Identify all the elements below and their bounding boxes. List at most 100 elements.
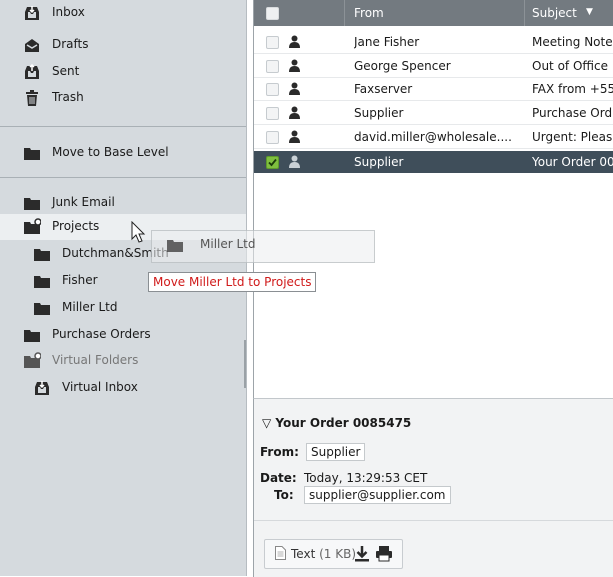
date-label: Date: [260,471,297,485]
folder-sent[interactable]: Sent [0,59,246,85]
contact-icon [289,82,300,95]
message-row[interactable]: Jane Fisher Meeting Notes [254,31,613,54]
contact-icon [289,35,300,48]
drop-tooltip: Move Miller Ltd to Projects [148,272,317,292]
message-subject: Out of Office [532,59,608,73]
date-value: Today, 13:29:53 CET [304,471,428,485]
drag-ghost-label: Miller Ltd [200,237,256,251]
folder-label: Move to Base Level [52,145,169,159]
folder-purchase-orders[interactable]: Purchase Orders [0,322,246,348]
contact-icon [289,130,300,143]
message-list-header: From Subject ▼ [254,0,613,26]
folder-label: Miller Ltd [62,300,118,314]
attachment[interactable]: Text (1 KB) [264,539,403,569]
column-header-from[interactable]: From [354,6,524,20]
attachment-name: Text [291,547,316,561]
folder-virtual-inbox[interactable]: Virtual Inbox [0,375,246,401]
message-list: From Subject ▼ Jane Fisher Meeting Notes… [253,0,613,398]
folder-icon [24,330,40,342]
contact-icon [289,106,300,119]
preview-divider [254,520,613,521]
preview-header[interactable]: ▽ Your Order 0085475 [262,416,411,430]
message-row[interactable]: Supplier Purchase Ord [254,102,613,125]
folder-miller-ltd[interactable]: Miller Ltd [0,295,246,321]
message-row[interactable]: Faxserver FAX from +557 [254,78,613,101]
folder-inbox[interactable]: Inbox [0,0,246,26]
folder-label: Trash [52,90,84,104]
column-header-subject[interactable]: Subject [532,6,613,20]
folder-virtual-folders[interactable]: Virtual Folders [0,348,246,374]
drag-ghost: Miller Ltd [151,230,375,263]
message-from: Supplier [354,155,404,169]
message-from: david.miller@wholesale.... [354,130,512,144]
row-checkbox[interactable] [266,60,279,73]
print-icon[interactable] [375,545,393,562]
message-subject: Urgent: Pleas [532,130,613,144]
folder-label: Drafts [52,37,89,51]
row-checkbox[interactable] [266,36,279,49]
folder-icon [34,276,50,288]
folder-drafts[interactable]: Drafts [0,32,246,58]
sidebar-divider [0,126,246,127]
text-file-icon [275,546,286,560]
sent-icon [25,63,39,79]
message-from: Supplier [354,106,404,120]
message-row[interactable]: david.miller@wholesale.... Urgent: Pleas [254,126,613,149]
column-divider[interactable] [344,0,345,26]
row-checkbox[interactable] [266,131,279,144]
preview-subject: Your Order 0085475 [275,416,412,430]
folder-icon [24,148,40,160]
folder-label: Sent [52,64,80,78]
message-subject: Your Order 00 [532,155,613,169]
folder-label: Inbox [52,5,85,19]
message-subject: Purchase Ord [532,106,613,120]
folder-gear-icon [24,218,41,234]
inbox-icon [35,381,49,395]
folder-label: Virtual Inbox [62,380,138,394]
folder-label: Virtual Folders [52,353,139,367]
folder-label: Fisher [62,273,98,287]
checkmark-icon [268,158,277,167]
folder-junk-email[interactable]: Junk Email [0,190,246,216]
attachment-label: Text (1 KB) [291,547,356,561]
folder-label: Junk Email [52,195,115,209]
collapse-triangle-icon[interactable]: ▽ [262,416,271,430]
drafts-icon [25,39,39,52]
folder-trash[interactable]: Trash [0,85,246,111]
row-checkbox[interactable] [266,83,279,96]
row-checkbox[interactable] [266,107,279,120]
folder-icon [167,240,183,252]
folder-label: Purchase Orders [52,327,151,341]
folder-icon [34,303,50,315]
mouse-pointer-icon [131,221,146,243]
folder-move-to-base-level[interactable]: Move to Base Level [0,140,246,166]
contact-icon [289,155,300,168]
folder-gear-icon [24,352,41,368]
sort-descending-icon[interactable]: ▼ [586,7,593,17]
message-row[interactable]: George Spencer Out of Office [254,55,613,78]
sidebar-divider [0,177,246,178]
row-checkbox-checked[interactable] [266,156,279,169]
to-value[interactable]: supplier@supplier.com [304,486,451,504]
message-row-selected[interactable]: Supplier Your Order 00 [254,151,613,173]
message-from: George Spencer [354,59,451,73]
message-preview: ▽ Your Order 0085475 From: Supplier Date… [253,398,613,577]
to-label: To: [274,488,294,502]
message-subject: Meeting Notes [532,35,613,49]
inbox-icon [25,6,39,20]
message-subject: FAX from +557 [532,82,613,96]
from-value[interactable]: Supplier [306,443,366,461]
message-from: Faxserver [354,82,413,96]
column-divider[interactable] [524,0,525,26]
contact-icon [289,59,300,72]
folder-icon [34,249,50,261]
message-from: Jane Fisher [354,35,420,49]
select-all-checkbox[interactable] [266,7,279,20]
download-icon[interactable] [354,545,370,562]
folder-icon [24,198,40,210]
trash-icon [26,90,38,106]
attachment-size: (1 KB) [319,547,357,561]
splitter-handle[interactable] [244,340,246,388]
folder-label: Projects [52,219,100,233]
from-label: From: [260,445,299,459]
